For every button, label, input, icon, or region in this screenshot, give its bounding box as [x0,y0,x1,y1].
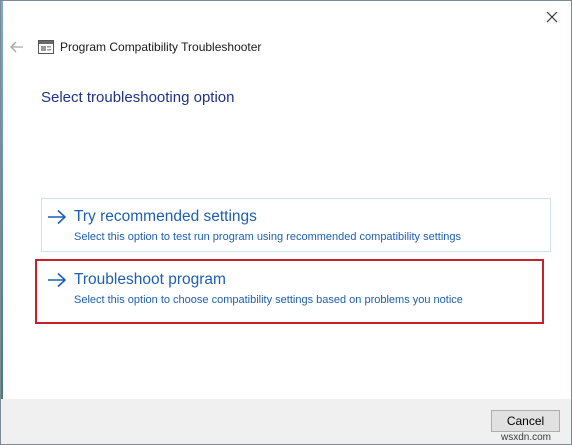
troubleshooter-icon [38,40,54,54]
troubleshooter-window: Program Compatibility Troubleshooter Sel… [0,0,572,445]
window-edge [1,1,3,444]
back-button[interactable] [7,37,27,57]
close-icon [546,11,558,23]
page-heading: Select troubleshooting option [41,89,235,106]
watermark: wsxdn.com [501,432,552,443]
option-title: Try recommended settings [74,208,257,225]
footer-bar [1,399,571,444]
option-try-recommended-settings[interactable]: Try recommended settings Select this opt… [41,198,551,252]
right-arrow-icon [48,209,67,225]
option-troubleshoot-program[interactable]: Troubleshoot program Select this option … [41,261,551,315]
option-title: Troubleshoot program [74,271,226,288]
option-description: Select this option to choose compatibili… [74,294,463,306]
back-arrow-icon [10,41,23,53]
option-description: Select this option to test run program u… [74,231,462,243]
close-button[interactable] [539,5,565,29]
right-arrow-icon [48,272,67,288]
window-title: Program Compatibility Troubleshooter [60,40,262,54]
cancel-button[interactable]: Cancel [491,410,560,432]
